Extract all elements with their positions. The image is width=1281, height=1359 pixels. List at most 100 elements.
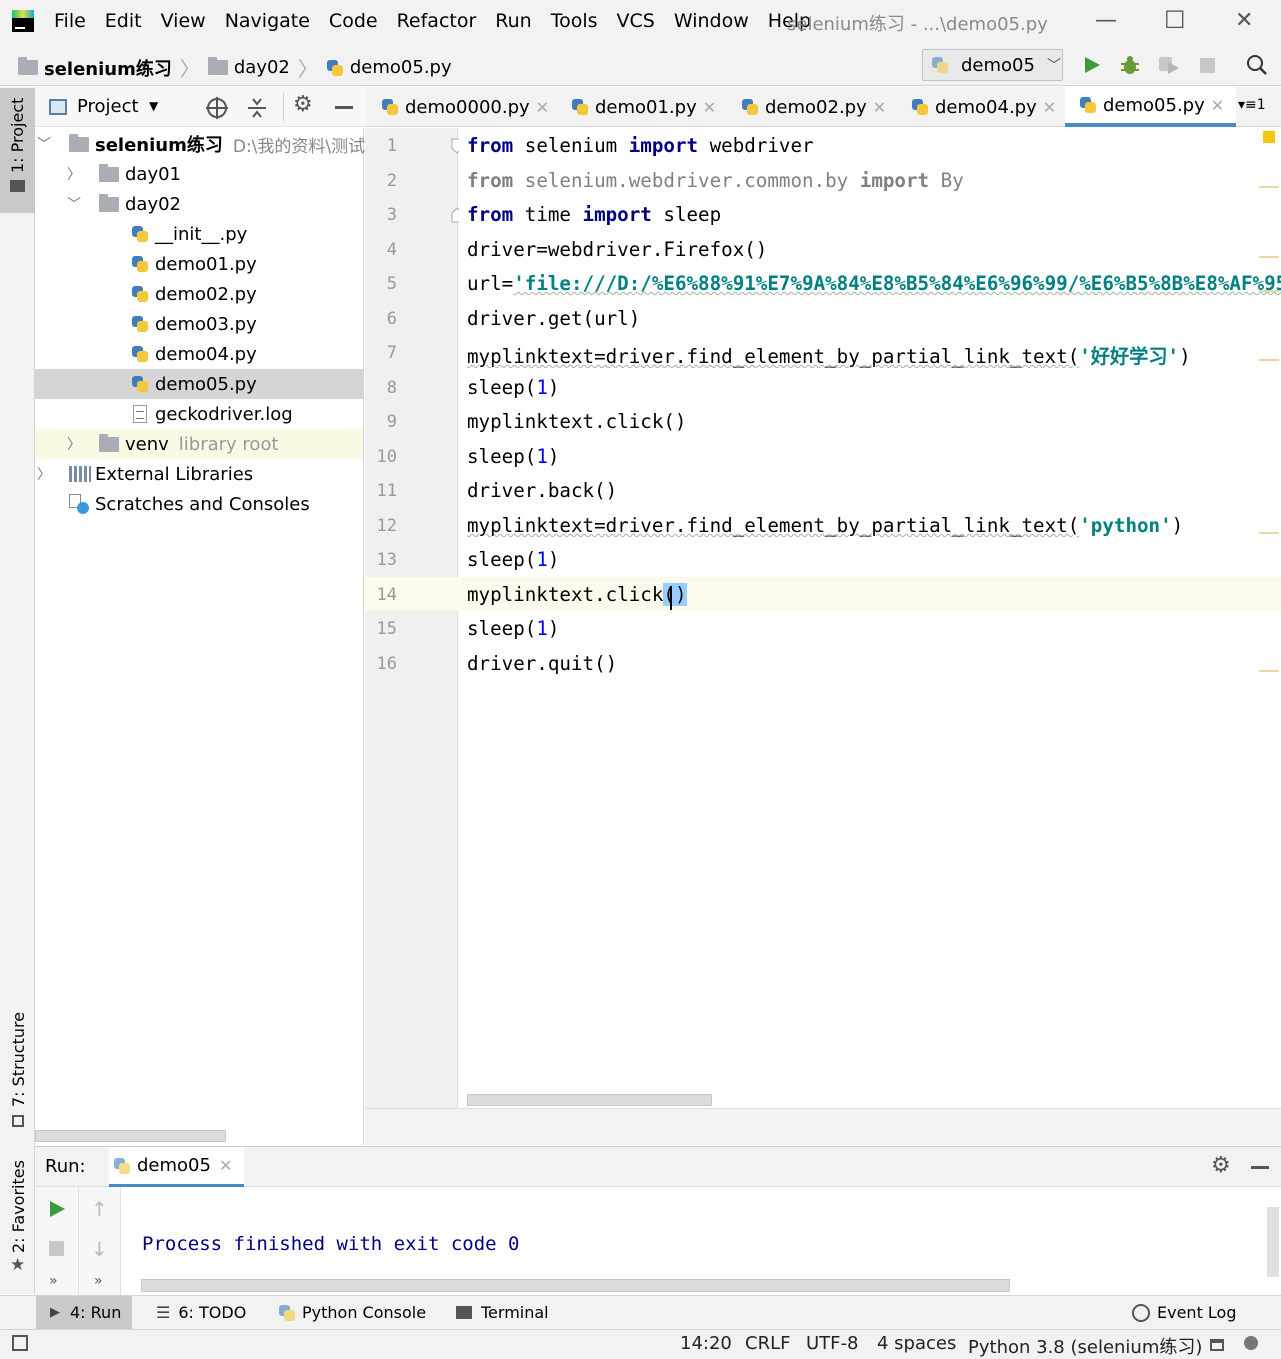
stop-icon[interactable]	[49, 1241, 64, 1256]
stripe-mark[interactable]	[1259, 532, 1279, 534]
favorites-tool-label[interactable]: 2: Favorites	[9, 1160, 28, 1253]
menu-tools[interactable]: Tools	[551, 10, 598, 32]
python-console-tool-button[interactable]: Python Console	[278, 1303, 426, 1322]
menu-refactor[interactable]: Refactor	[397, 10, 477, 32]
gear-icon[interactable]: ⚙	[293, 92, 313, 117]
maximize-button[interactable]: ☐	[1164, 6, 1186, 34]
tree-item-demo01[interactable]: demo01.py	[131, 249, 257, 279]
debug-icon[interactable]	[1119, 54, 1141, 76]
search-icon[interactable]	[1246, 54, 1268, 76]
todo-tool-button[interactable]: ☰ 6: TODO	[156, 1303, 246, 1322]
warning-indicator-icon[interactable]	[1263, 131, 1275, 143]
console-vertical-scrollbar[interactable]	[1267, 1207, 1279, 1277]
folder-icon	[99, 193, 119, 212]
number-literal: 1	[536, 445, 548, 468]
menu-window[interactable]: Window	[674, 10, 749, 32]
close-tab-icon[interactable]: ✕	[873, 98, 886, 117]
close-tab-icon[interactable]: ✕	[536, 98, 549, 117]
run-icon[interactable]	[1082, 55, 1102, 75]
run-with-coverage-icon[interactable]	[1157, 54, 1181, 76]
code-text: )	[547, 376, 560, 399]
menu-code[interactable]: Code	[329, 10, 378, 32]
project-tool-button[interactable]: 1: Project	[0, 88, 35, 213]
stripe-mark[interactable]	[1259, 359, 1279, 361]
run-tool-button[interactable]: ▶ 4: Run	[50, 1303, 121, 1322]
tab-demo05[interactable]: demo05.py ✕	[1065, 87, 1237, 127]
close-tab-icon[interactable]: ✕	[703, 98, 716, 117]
tree-item-external-libraries[interactable]: 〉 External Libraries	[37, 459, 253, 489]
console-horizontal-scrollbar[interactable]	[141, 1279, 1010, 1292]
menu-vcs[interactable]: VCS	[617, 10, 655, 32]
tab-demo04[interactable]: demo04.py ✕	[911, 87, 1056, 127]
menu-edit[interactable]: Edit	[105, 10, 142, 32]
code-line-8: sleep(1)	[467, 376, 559, 399]
lock-icon[interactable]	[1210, 1339, 1224, 1351]
stop-icon[interactable]	[1200, 58, 1215, 73]
inspector-icon[interactable]	[1244, 1336, 1258, 1350]
menu-run[interactable]: Run	[495, 10, 531, 32]
tree-item-scratches[interactable]: Scratches and Consoles	[69, 489, 310, 519]
line-separator[interactable]: CRLF	[745, 1333, 790, 1354]
run-configuration-select[interactable]: demo05 ﹀	[922, 49, 1063, 81]
run-tab-demo05[interactable]: demo05 ✕	[109, 1147, 245, 1187]
breadcrumb-folder[interactable]: day02	[234, 57, 290, 78]
chevron-down-icon[interactable]: ▼	[149, 99, 158, 113]
caret-position[interactable]: 14:20	[680, 1333, 732, 1354]
rerun-icon[interactable]	[47, 1199, 67, 1219]
close-tab-icon[interactable]: ✕	[219, 1156, 232, 1175]
more-actions-icon[interactable]: »	[49, 1273, 58, 1289]
tab-demo0000[interactable]: demo0000.py ✕	[381, 87, 549, 127]
tree-item-geckodriver-log[interactable]: geckodriver.log	[133, 399, 293, 429]
breadcrumb-file[interactable]: demo05.py	[350, 57, 452, 78]
indent-setting[interactable]: 4 spaces	[877, 1333, 956, 1354]
structure-tool-label[interactable]: 7: Structure	[9, 1012, 28, 1107]
menu-file[interactable]: File	[54, 10, 86, 32]
tree-item-venv[interactable]: 〉 venv library root	[67, 429, 279, 459]
tab-demo02[interactable]: demo02.py ✕	[741, 87, 886, 127]
tree-item-day01[interactable]: 〉 day01	[67, 159, 181, 189]
tree-item-demo02[interactable]: demo02.py	[131, 279, 257, 309]
hide-panel-icon[interactable]	[335, 106, 353, 109]
python-file-icon	[381, 98, 399, 116]
close-tab-icon[interactable]: ✕	[1211, 96, 1224, 115]
error-stripe[interactable]	[1259, 128, 1281, 1108]
line-number: 7	[386, 343, 397, 363]
tree-item-project-root[interactable]: ﹀ selenium练习 D:\我的资料\测试	[37, 129, 365, 159]
more-actions-icon[interactable]: »	[94, 1273, 103, 1289]
tree-item-day02[interactable]: ﹀ day02	[67, 189, 181, 219]
breadcrumb-project[interactable]: selenium练习	[44, 55, 172, 81]
minimize-button[interactable]: —	[1095, 8, 1117, 33]
tree-item-demo03[interactable]: demo03.py	[131, 309, 257, 339]
terminal-tool-button[interactable]: Terminal	[456, 1303, 549, 1322]
python-file-icon	[131, 285, 149, 303]
stripe-mark[interactable]	[1259, 290, 1279, 292]
arrow-down-icon[interactable]: ↓	[91, 1237, 108, 1261]
close-button[interactable]: ✕	[1235, 8, 1253, 33]
stripe-mark[interactable]	[1259, 670, 1279, 672]
tree-item-demo04[interactable]: demo04.py	[131, 339, 257, 369]
collapse-all-icon[interactable]	[245, 96, 269, 120]
menu-navigate[interactable]: Navigate	[225, 10, 310, 32]
hide-panel-icon[interactable]	[1251, 1166, 1269, 1169]
menu-view[interactable]: View	[161, 10, 206, 32]
tab-overflow-button[interactable]: ▾≡ 1	[1238, 97, 1266, 113]
project-view-select[interactable]: Project	[77, 96, 139, 117]
toggle-tool-windows-icon[interactable]	[12, 1335, 28, 1351]
tab-demo01[interactable]: demo01.py ✕	[571, 87, 716, 127]
event-log-button[interactable]: Event Log	[1132, 1303, 1237, 1322]
gear-icon[interactable]: ⚙	[1211, 1153, 1231, 1178]
locate-icon[interactable]	[205, 96, 229, 120]
editor-horizontal-scrollbar[interactable]	[467, 1094, 712, 1106]
line-number: 11	[376, 481, 397, 501]
code-text: myplinktext=driver.find_element_by_parti…	[467, 345, 1080, 368]
stripe-mark[interactable]	[1259, 186, 1279, 188]
close-tab-icon[interactable]: ✕	[1043, 98, 1056, 117]
arrow-up-icon[interactable]: ↑	[91, 1197, 108, 1221]
code-editor[interactable]: from selenium import webdriver from sele…	[459, 128, 1281, 1108]
python-interpreter[interactable]: Python 3.8 (selenium练习)	[968, 1333, 1202, 1359]
stripe-mark[interactable]	[1259, 256, 1279, 258]
file-encoding[interactable]: UTF-8	[806, 1333, 858, 1354]
project-horizontal-scrollbar[interactable]	[35, 1130, 226, 1142]
tree-item-init[interactable]: __init__.py	[131, 219, 247, 249]
tree-item-demo05[interactable]: demo05.py	[131, 369, 257, 399]
